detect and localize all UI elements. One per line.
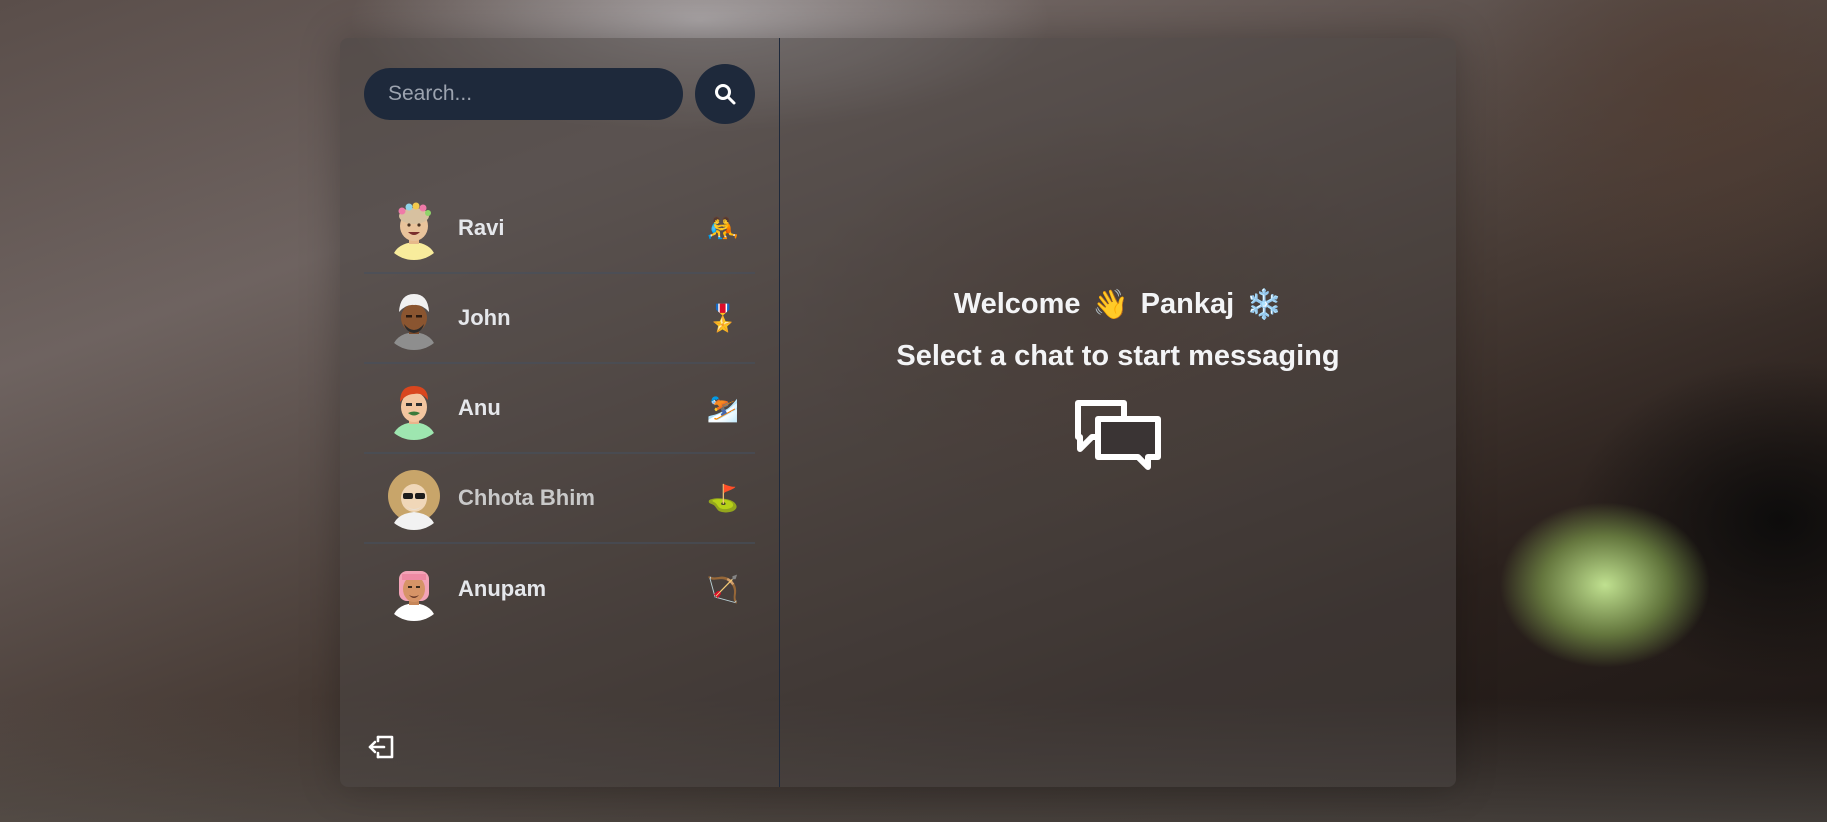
welcome-message: Welcome 👋 Pankaj ❄️ [954, 288, 1283, 322]
avatar-sunglasses-icon [382, 466, 446, 530]
golf-flag-emoji-icon: ⛳ [706, 483, 739, 513]
select-chat-prompt: Select a chat to start messaging [896, 339, 1340, 372]
search-button[interactable] [695, 64, 755, 124]
avatar-turban-icon [382, 286, 446, 350]
bow-and-arrow-emoji-icon: 🏹 [706, 574, 739, 604]
avatar-red-hair-icon [382, 376, 446, 440]
conversation-item-john[interactable]: John 🎖️ [364, 274, 755, 364]
logout-icon [368, 735, 394, 759]
avatar-pink-headband-icon [382, 557, 446, 621]
conversation-name: Anupam [458, 576, 546, 601]
conversation-name: John [458, 305, 511, 330]
medal-emoji-icon: 🎖️ [706, 303, 739, 333]
conversation-item-chhota-bhim[interactable]: Chhota Bhim ⛳ [364, 454, 755, 544]
user-name: Pankaj [1140, 288, 1235, 320]
search-input[interactable] [364, 68, 684, 120]
wrestlers-emoji-icon: 🤼 [706, 213, 739, 243]
conversation-item-ravi[interactable]: Ravi 🤼 [364, 184, 755, 274]
skier-emoji-icon: ⛷️ [706, 393, 739, 423]
conversation-name: Anu [458, 395, 501, 420]
search-form [364, 64, 755, 124]
conversation-item-anu[interactable]: Anu ⛷️ [364, 364, 755, 454]
welcome-text: Welcome [953, 288, 1081, 320]
conversation-list: Ravi 🤼 John 🎖️ Anu ⛷️ Chhota Bhim ⛳ Anup… [364, 184, 755, 634]
chat-app-panel: Ravi 🤼 John 🎖️ [340, 38, 1456, 787]
no-chat-selected-view: Welcome 👋 Pankaj ❄️ Select a chat to sta… [780, 38, 1456, 787]
chat-bubbles-icon [1072, 397, 1164, 478]
snowflake-icon: ❄️ [1246, 288, 1283, 321]
conversation-name: Ravi [458, 215, 505, 240]
conversation-name: Chhota Bhim [458, 485, 595, 510]
logout-button[interactable] [364, 729, 400, 765]
waving-hand-icon: 👋 [1092, 288, 1129, 321]
sidebar: Ravi 🤼 John 🎖️ [340, 38, 780, 787]
avatar-flower-crown-icon [382, 196, 446, 260]
conversation-item-anupam[interactable]: Anupam 🏹 [364, 544, 755, 634]
search-icon [715, 84, 736, 105]
